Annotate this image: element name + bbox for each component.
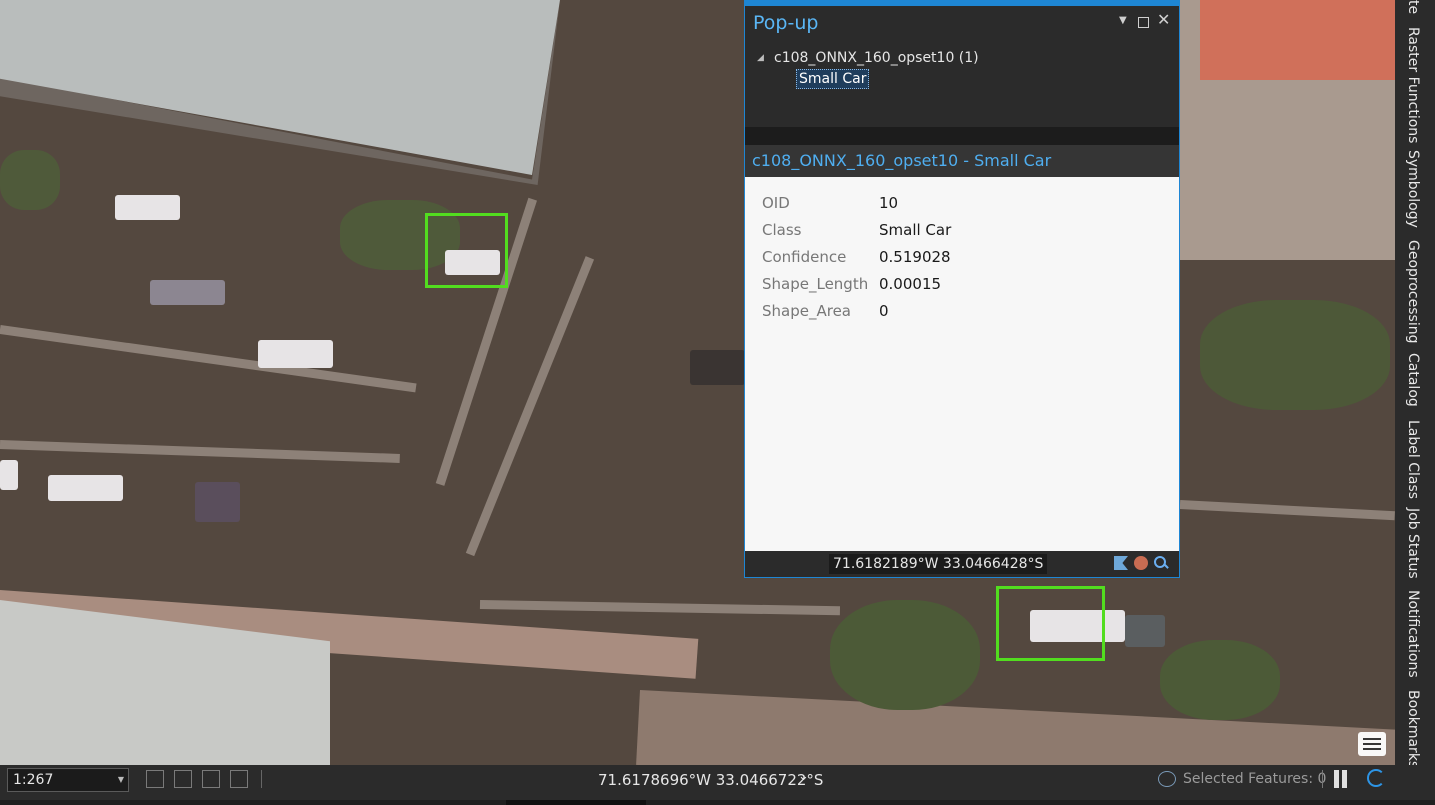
maximize-icon[interactable] [1138,17,1149,28]
north-arrow-icon[interactable] [230,770,248,788]
road-marking [465,256,595,557]
scale-selector[interactable]: 1:267 ▼ [7,768,129,792]
attribute-value: 0 [879,301,889,320]
parked-car [258,340,333,368]
vegetation [1160,640,1280,720]
popup-pane: Pop-up ▼ ✕ ◢ c108_ONNX_160_opset10 (1) S… [744,0,1180,578]
attribute-name: Shape_Length [762,274,869,293]
dock-tab-symbology[interactable]: Symbology [1405,150,1421,228]
parked-car [115,195,180,220]
chevron-down-icon[interactable]: ⌄ [798,769,809,784]
dock-tab-label-class[interactable]: Label Class [1405,420,1421,499]
selected-features-count: Selected Features: 0 [1183,771,1327,787]
dock-tab-catalog[interactable]: Catalog [1405,353,1421,407]
vegetation [0,150,60,210]
tree-feature-item[interactable]: Small Car [796,69,870,89]
attribute-value: 0.519028 [879,247,951,266]
map-view[interactable] [0,0,1395,765]
detection-box[interactable] [425,213,508,288]
detection-box[interactable] [996,586,1105,661]
popup-feature-header: c108_ONNX_160_opset10 - Small Car [745,145,1179,177]
pan-to-icon[interactable] [1134,556,1148,570]
dock-tab-partial[interactable]: te [1405,0,1421,14]
popup-footer: 71.6182189°W 33.0466428°S [745,551,1179,577]
dock-tab-raster-functions[interactable]: Raster Functions [1405,27,1421,143]
pause-drawing-icon[interactable] [1333,770,1349,788]
parked-car [690,350,745,385]
road-marking [0,440,400,463]
right-dock: te Raster Functions Symbology Geoprocess… [1395,0,1435,795]
bottom-strip-mark [506,800,646,805]
popup-coordinates: 71.6182189°W 33.0466428°S [829,554,1048,574]
popup-titlebar: Pop-up ▼ ✕ [745,6,1179,39]
dock-tab-bookmarks[interactable]: Bookmarks [1405,690,1421,768]
attribute-name: OID [762,193,790,212]
divider [261,770,262,788]
grid-icon[interactable] [202,770,220,788]
dock-tab-notifications[interactable]: Notifications [1405,590,1421,678]
table-row: Shape_Length 0.00015 [762,270,951,297]
tree-layer-item[interactable]: c108_ONNX_160_opset10 (1) [774,50,979,66]
scale-value: 1:267 [13,772,54,788]
attribute-value: Small Car [879,220,952,239]
table-row: Class Small Car [762,216,951,243]
road-marking [0,325,417,393]
dock-tab-job-status[interactable]: Job Status [1405,508,1421,579]
parked-car [150,280,225,305]
attribute-panel: OID 10 Class Small Car Confidence 0.5190… [745,177,1179,551]
bottom-strip [0,800,1435,805]
attribute-name: Class [762,220,802,239]
red-roof [1200,0,1395,80]
attribute-table: OID 10 Class Small Car Confidence 0.5190… [762,189,951,324]
feature-title: c108_ONNX_160_opset10 - Small Car [752,151,1052,170]
parked-car [195,482,240,522]
popup-title: Pop-up [753,12,819,34]
close-icon[interactable]: ✕ [1157,10,1170,29]
building-roof [0,0,560,175]
flash-feature-icon[interactable] [1114,556,1128,570]
attribute-name: Confidence [762,247,847,266]
map-coordinates: 71.6178696°W 33.0466722°S [598,771,824,789]
attribute-value: 10 [879,193,899,212]
parked-car [0,460,18,490]
vegetation [830,600,980,710]
parked-car [48,475,123,501]
refresh-icon[interactable] [1367,769,1385,787]
snapping-icon[interactable] [174,770,192,788]
parked-car [1125,615,1165,647]
table-row: OID 10 [762,189,951,216]
dock-tab-geoprocessing[interactable]: Geoprocessing [1405,240,1421,343]
collapse-arrow-icon[interactable]: ◢ [757,53,764,63]
road-marking [479,600,841,616]
vegetation [1200,300,1390,410]
splitter[interactable] [745,127,1179,145]
pane-menu-icon[interactable]: ▼ [1119,15,1127,26]
status-bar: 1:267 ▼ 71.6178696°W 33.0466722°S ⌄ Sele… [0,765,1435,805]
attribute-value: 0.00015 [879,274,942,293]
road-marking [1179,500,1395,521]
fixed-zoom-icon[interactable] [146,770,164,788]
selection-icon[interactable] [1158,771,1176,787]
table-row: Shape_Area 0 [762,297,951,324]
dropdown-arrow-icon[interactable]: ▼ [118,775,124,784]
table-icon[interactable] [1358,732,1386,756]
zoom-to-icon[interactable] [1154,556,1168,570]
table-row: Confidence 0.519028 [762,243,951,270]
divider [1322,770,1323,788]
sidewalk [636,690,1395,765]
attribute-name: Shape_Area [762,301,851,320]
feature-tree: ◢ c108_ONNX_160_opset10 (1) Small Car [745,39,1179,127]
